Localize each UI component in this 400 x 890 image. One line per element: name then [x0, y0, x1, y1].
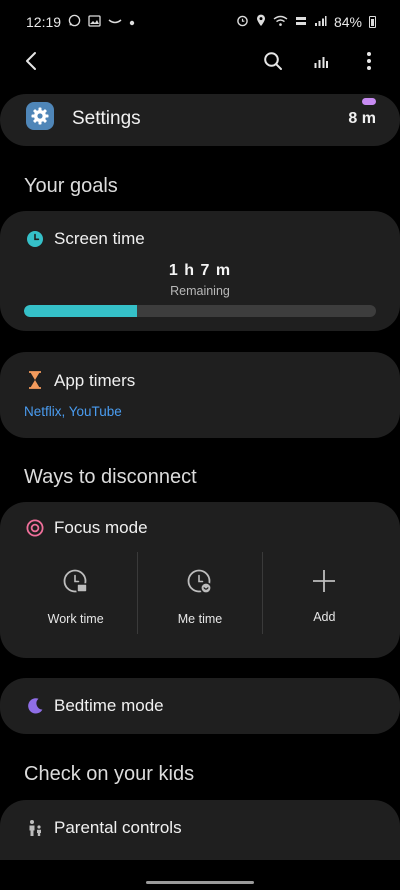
app-name: Settings	[72, 108, 141, 129]
focus-mode-options: Work time Me time Add	[14, 552, 386, 634]
back-button[interactable]	[16, 46, 46, 76]
usage-stats-button[interactable]	[308, 46, 334, 76]
screen-time-progress-fill	[24, 305, 137, 317]
section-title-kids: Check on your kids	[24, 763, 195, 785]
wifi-icon	[273, 15, 288, 30]
work-time-icon	[63, 569, 88, 593]
focus-option-me-time[interactable]: Me time	[137, 552, 261, 634]
bedtime-mode-label: Bedtime mode	[54, 696, 164, 715]
app-timers-apps[interactable]: Netflix, YouTube	[24, 404, 122, 419]
focus-option-work-time[interactable]: Work time	[14, 552, 137, 634]
me-time-icon	[187, 569, 212, 594]
focus-option-label: Work time	[47, 612, 104, 626]
focus-target-icon	[26, 519, 44, 537]
status-time: 12:19	[26, 14, 62, 30]
app-usage-card[interactable]: Settings 8 m	[0, 94, 400, 146]
usage-indicator-pill	[362, 98, 376, 105]
clock-icon	[26, 230, 44, 248]
status-left: 12:19	[26, 14, 135, 30]
gallery-icon	[88, 14, 101, 30]
wave-icon	[108, 15, 122, 29]
hourglass-icon	[26, 371, 44, 389]
focus-option-label: Add	[313, 610, 336, 624]
section-title-goals: Your goals	[24, 175, 118, 197]
more-options-button[interactable]	[356, 46, 382, 76]
battery-percent: 84%	[333, 14, 362, 30]
back-arrow-icon	[26, 52, 36, 70]
location-icon	[256, 14, 266, 30]
app-usage-time: 8 m	[348, 110, 376, 127]
settings-gear-icon	[26, 102, 54, 130]
alarm-icon	[236, 14, 249, 30]
screen-time-label: Screen time	[54, 229, 145, 248]
focus-option-add[interactable]: Add	[261, 552, 386, 634]
search-button[interactable]	[260, 46, 286, 76]
screen-time-progress	[24, 305, 376, 317]
status-bar: 12:19 84%	[0, 0, 400, 44]
section-title-disconnect: Ways to disconnect	[24, 466, 197, 488]
more-vertical-icon	[367, 52, 371, 70]
home-indicator[interactable]	[146, 881, 254, 884]
screen-time-remaining-value: 1 h 7 m	[168, 262, 232, 279]
top-app-bar	[0, 44, 400, 78]
app-timers-label: App timers	[54, 371, 136, 390]
whatsapp-icon	[68, 14, 81, 30]
battery-icon	[369, 16, 376, 28]
top-actions	[260, 46, 382, 76]
plus-icon	[313, 570, 336, 592]
moon-icon	[26, 697, 44, 715]
focus-mode-label: Focus mode	[54, 518, 148, 537]
focus-option-label: Me time	[177, 612, 223, 626]
parent-child-icon	[26, 819, 44, 837]
screen-time-remaining-label: Remaining	[170, 284, 230, 298]
signal-icon	[314, 15, 327, 30]
status-right: 84%	[236, 14, 376, 30]
app-timers-card[interactable]	[0, 352, 400, 438]
search-icon	[264, 52, 282, 70]
bar-chart-icon	[314, 57, 328, 68]
dot-icon	[129, 15, 135, 29]
parental-controls-label: Parental controls	[54, 818, 182, 837]
volte-icon	[295, 15, 307, 30]
